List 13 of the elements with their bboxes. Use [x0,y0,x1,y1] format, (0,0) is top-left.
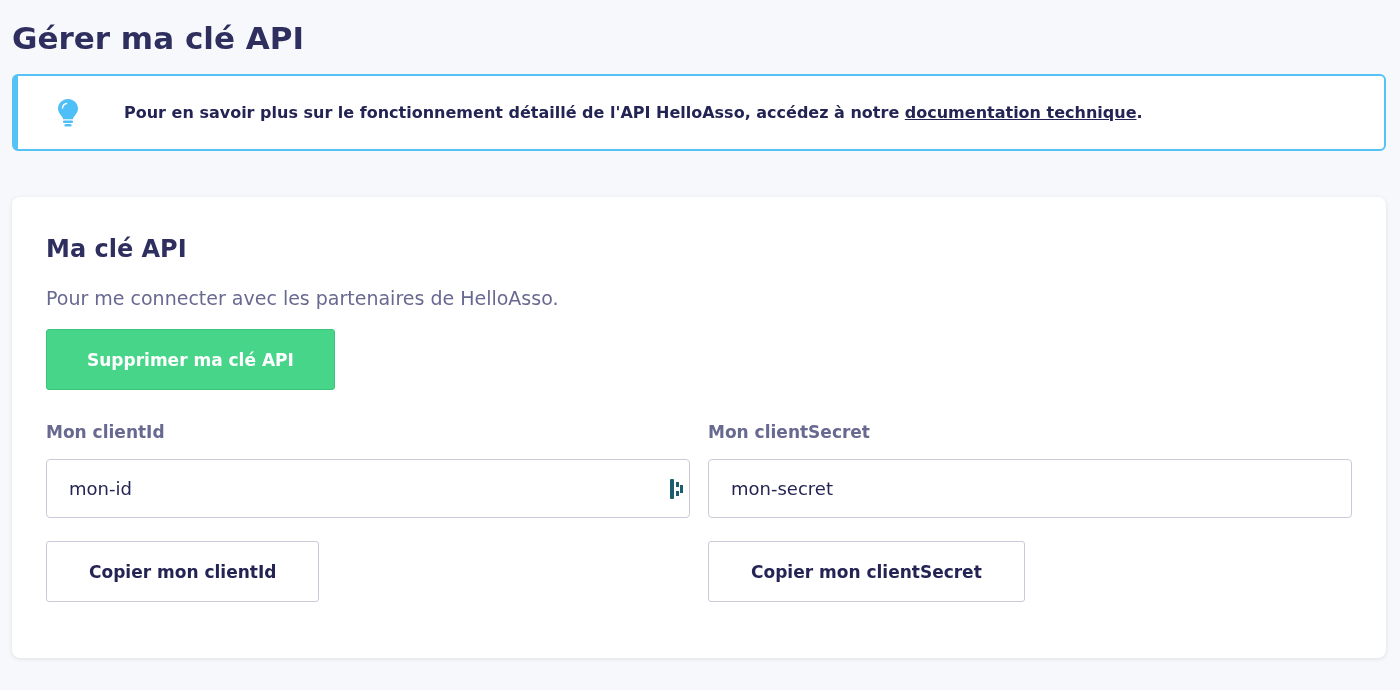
field-label: Mon clientId [46,422,165,442]
card-title: Ma clé API [46,235,187,263]
info-message: Pour en savoir plus sur le fonctionnement détaillé de l'API HelloAsso, accédez à notre documentation technique. [124,103,1143,122]
input-field[interactable]: mon-id [46,459,690,518]
page-title: Gérer ma clé API [12,19,304,56]
lightbulb-icon [58,98,78,127]
input-field[interactable]: mon-secret [708,459,1352,518]
card-description: Pour me connecter avec les partenaires de HelloAsso. [46,287,559,309]
field-label: Mon clientSecret [708,422,870,442]
copy-button[interactable]: Copier mon clientSecret [708,541,1025,602]
password-manager-icon[interactable] [670,479,684,499]
copy-button[interactable]: Copier mon clientId [46,541,320,602]
documentation-link[interactable]: documentation technique [904,103,1137,122]
